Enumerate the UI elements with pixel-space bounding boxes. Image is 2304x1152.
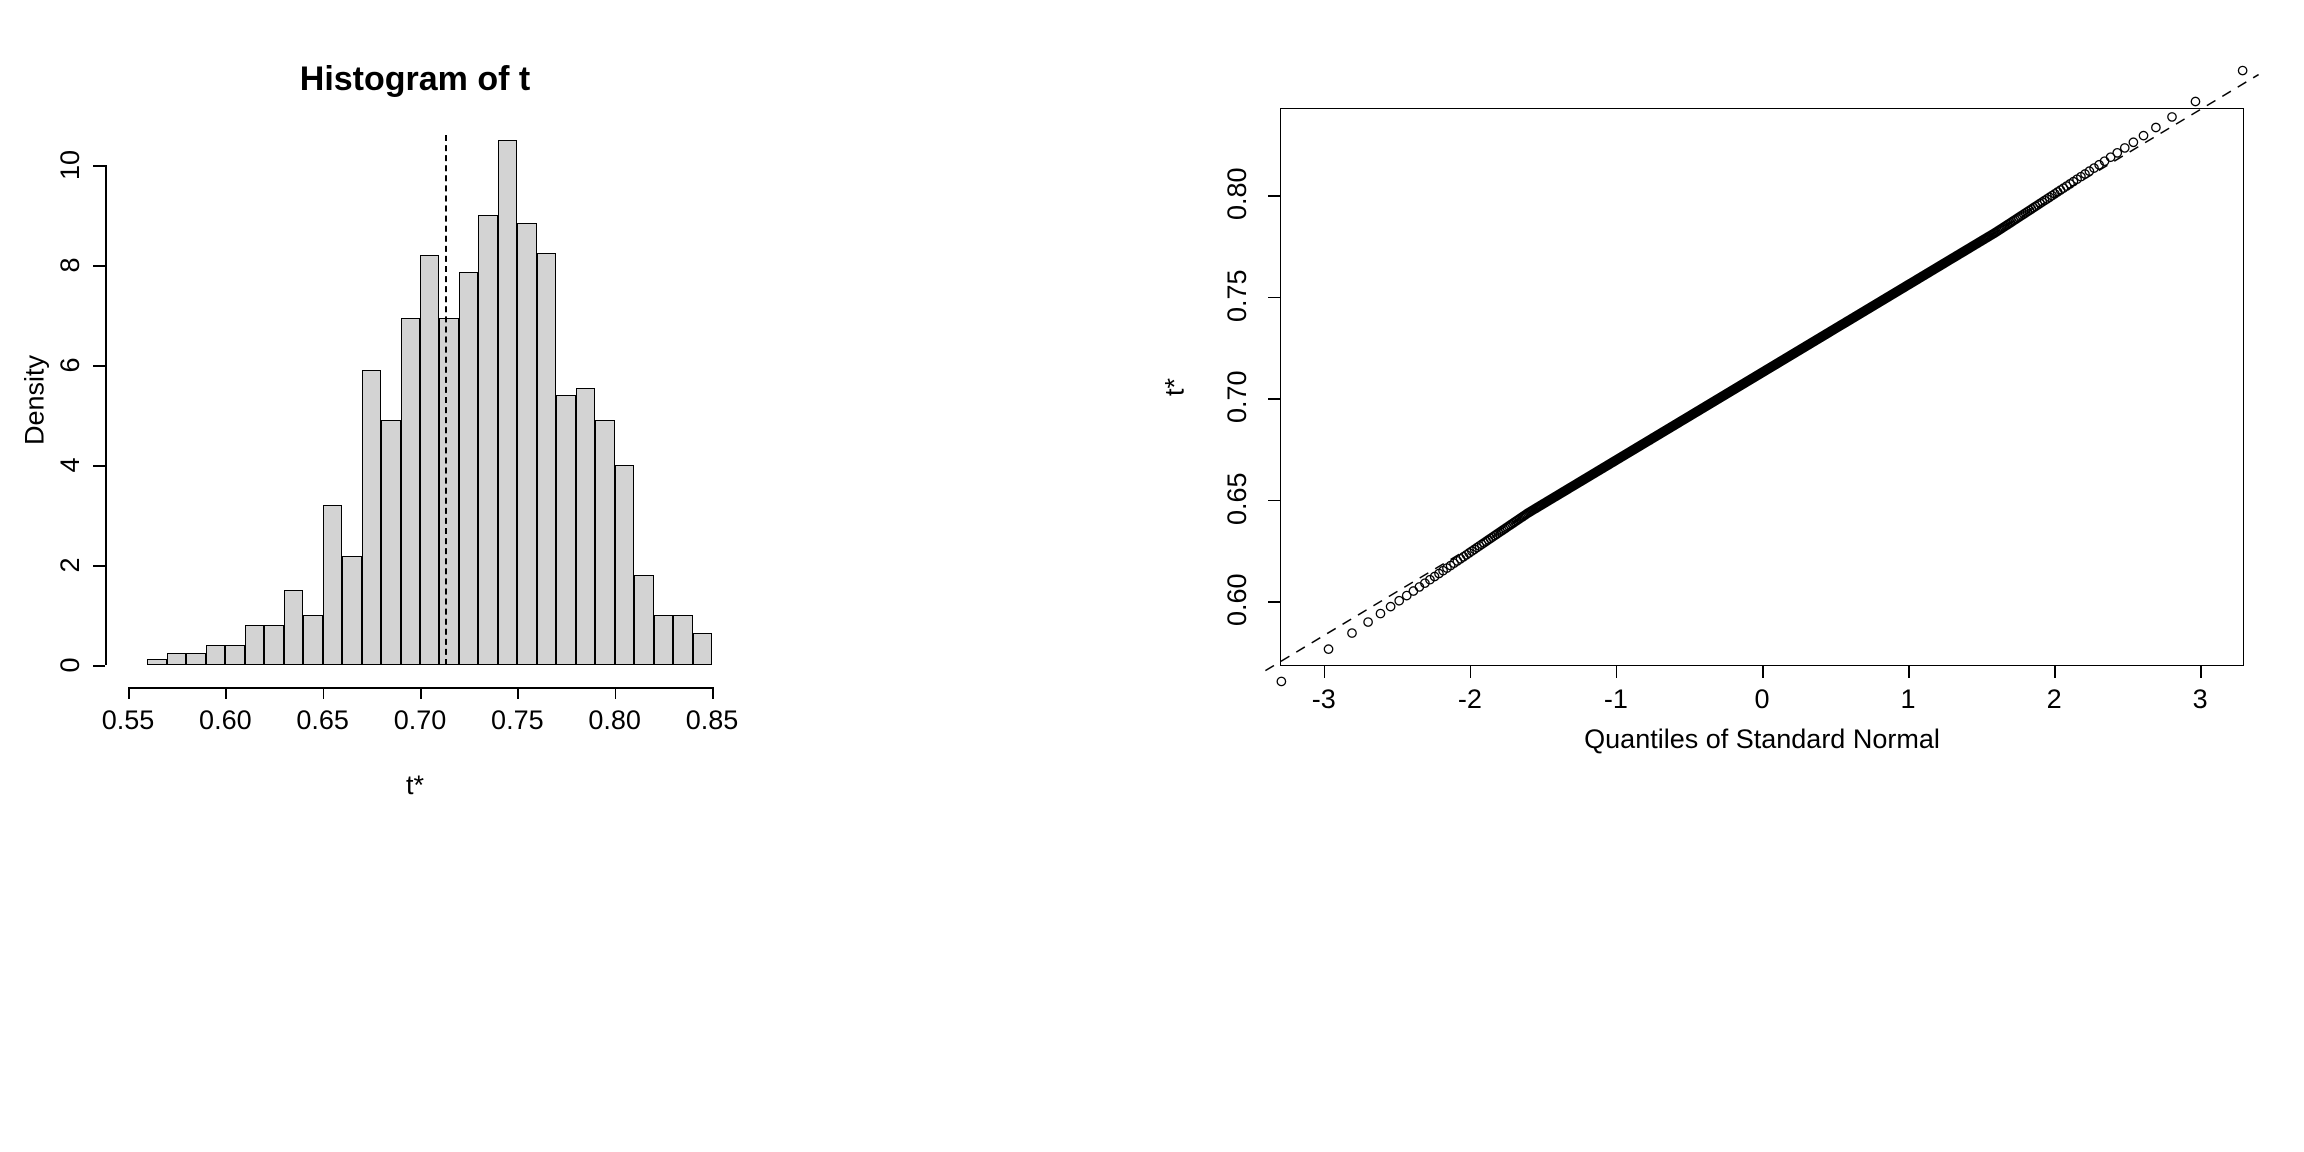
qq-point bbox=[2113, 149, 2121, 157]
qq-xlabel-real: Quantiles of Standard Normal bbox=[1280, 724, 2244, 755]
qq-x-tick-label: -2 bbox=[1440, 684, 1500, 715]
qq-y-tick-label: 0.65 bbox=[1182, 475, 1292, 525]
qq-point bbox=[1348, 629, 1356, 637]
qq-point bbox=[1386, 602, 1394, 610]
qq-point bbox=[2129, 138, 2137, 146]
qq-x-tick bbox=[2200, 666, 2202, 678]
qq-point bbox=[2121, 144, 2129, 152]
qq-x-tick bbox=[1470, 666, 1472, 678]
qq-point bbox=[1364, 618, 1372, 626]
qq-x-tick bbox=[1324, 666, 1326, 678]
qq-x-tick-label: -1 bbox=[1586, 684, 1646, 715]
qq-x-tick bbox=[1908, 666, 1910, 678]
qq-x-tick bbox=[2054, 666, 2056, 678]
qq-y-tick-label: 0.60 bbox=[1182, 576, 1292, 626]
qq-point bbox=[1409, 587, 1417, 595]
qq-point bbox=[1395, 597, 1403, 605]
qq-point bbox=[2139, 131, 2147, 139]
qq-x-tick-label: -3 bbox=[1294, 684, 1354, 715]
qq-y-tick-label: 0.75 bbox=[1182, 272, 1292, 322]
qq-x-tick-label: 1 bbox=[1878, 684, 1938, 715]
qq-point bbox=[1324, 645, 1332, 653]
qq-x-tick-label: 3 bbox=[2170, 684, 2230, 715]
qq-svg-real bbox=[1280, 108, 2244, 666]
qq-point bbox=[1376, 609, 1384, 617]
qq-x-tick bbox=[1762, 666, 1764, 678]
qq-y-tick-label: 0.70 bbox=[1182, 373, 1292, 423]
qq-y-tick-label: 0.80 bbox=[1182, 170, 1292, 220]
qq-x-tick-label: 0 bbox=[1732, 684, 1792, 715]
qq-x-tick-label: 2 bbox=[2024, 684, 2084, 715]
qq-point bbox=[2168, 113, 2176, 121]
qq-ylabel-real: t* bbox=[1160, 287, 1191, 487]
figure: Histogram of t 0.550.600.650.700.750.800… bbox=[0, 0, 2304, 1152]
qq-x-tick bbox=[1616, 666, 1618, 678]
qq-point bbox=[2152, 123, 2160, 131]
